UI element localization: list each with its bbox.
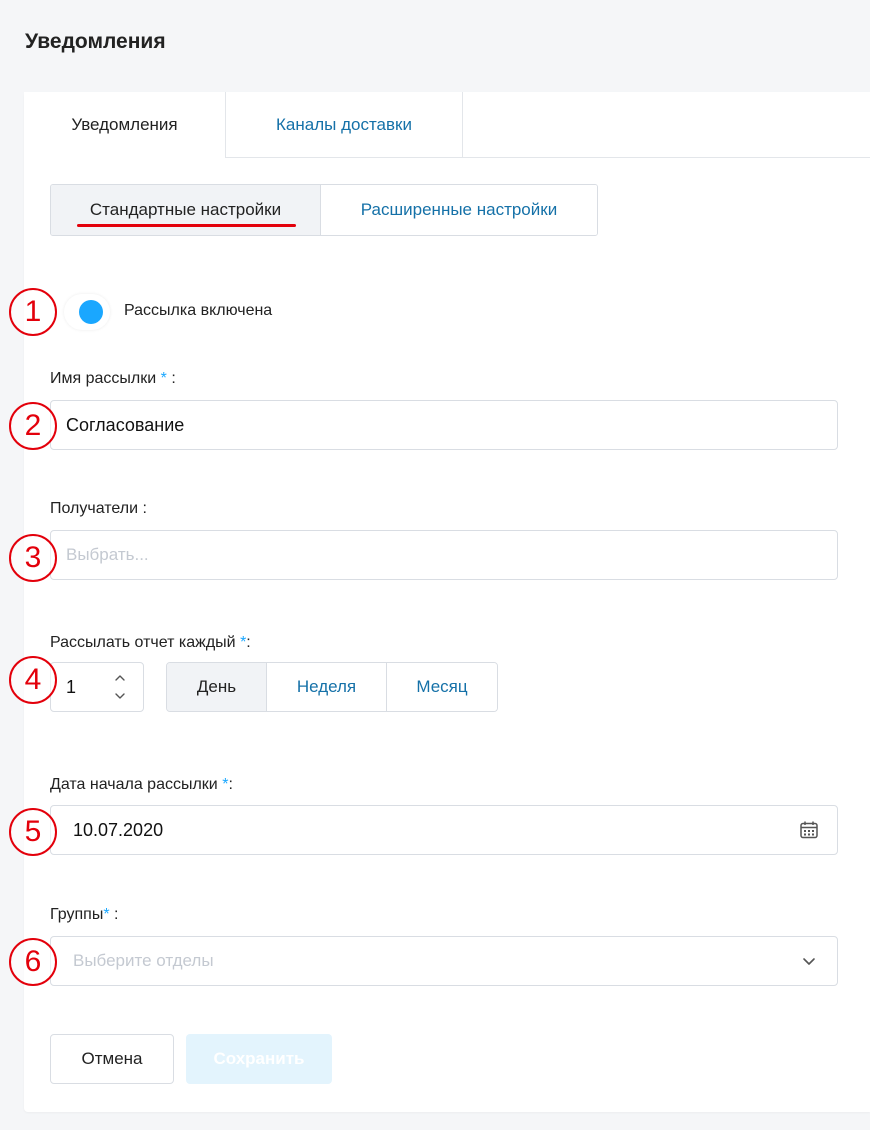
name-label-suffix: : [166, 370, 176, 387]
page-title: Уведомления [25, 30, 166, 53]
marker-6: 6 [9, 938, 57, 986]
marker-1: 1 [9, 288, 57, 336]
active-underline [77, 224, 296, 227]
period-selector: День Неделя Месяц [166, 662, 498, 712]
recipients-label: Получатели : [50, 500, 147, 517]
frequency-label-text: Рассылать отчет каждый [50, 634, 236, 651]
period-week[interactable]: Неделя [267, 663, 387, 711]
tab-notifications[interactable]: Уведомления [24, 92, 226, 158]
mailing-name-value: Согласование [66, 414, 185, 435]
groups-label-text: Группы [50, 906, 104, 923]
groups-placeholder: Выберите отделы [73, 951, 214, 970]
start-date-label-text: Дата начала рассылки [50, 776, 218, 793]
frequency-value: 1 [66, 677, 77, 697]
toggle-knob [79, 300, 103, 324]
cancel-button[interactable]: Отмена [50, 1034, 174, 1084]
settings-card: Уведомления Каналы доставки Стандартные … [9, 92, 870, 1112]
start-date-label-suffix: : [228, 776, 233, 793]
chevron-down-icon[interactable] [799, 951, 819, 971]
period-day[interactable]: День [167, 663, 267, 711]
groups-select[interactable]: Выберите отделы [50, 936, 838, 986]
recipients-select[interactable]: Выбрать... [50, 530, 838, 580]
stepper-arrows-icon[interactable] [113, 669, 127, 705]
frequency-label-suffix: : [246, 634, 251, 651]
start-date-label: Дата начала рассылки *: [50, 776, 233, 794]
frequency-stepper[interactable]: 1 [50, 662, 144, 712]
start-date-value: 10.07.2020 [73, 819, 164, 840]
groups-label: Группы* : [50, 906, 118, 924]
subtab-advanced[interactable]: Расширенные настройки [321, 185, 597, 235]
marker-4: 4 [9, 656, 57, 704]
marker-5: 5 [9, 808, 57, 856]
period-month[interactable]: Месяц [387, 663, 497, 711]
tabs-divider [463, 157, 870, 158]
subtab-standard[interactable]: Стандартные настройки [51, 185, 321, 235]
mailing-toggle-label: Рассылка включена [124, 302, 273, 319]
save-button[interactable]: Сохранить [186, 1034, 332, 1084]
frequency-label: Рассылать отчет каждый *: [50, 634, 251, 652]
mailing-toggle[interactable] [64, 294, 110, 330]
calendar-icon[interactable] [799, 820, 819, 840]
name-label-text: Имя рассылки [50, 370, 157, 387]
subtab-standard-label: Стандартные настройки [89, 200, 282, 219]
settings-subtabs: Стандартные настройки Расширенные настро… [50, 184, 598, 236]
tab-delivery-channels[interactable]: Каналы доставки [226, 92, 463, 158]
name-field-label: Имя рассылки * : [50, 370, 176, 388]
marker-2: 2 [9, 402, 57, 450]
main-tabs: Уведомления Каналы доставки [24, 92, 870, 158]
groups-label-suffix: : [109, 906, 119, 923]
marker-3: 3 [9, 534, 57, 582]
mailing-name-input[interactable]: Согласование [50, 400, 838, 450]
start-date-input[interactable]: 10.07.2020 [50, 805, 838, 855]
recipients-placeholder: Выбрать... [66, 545, 149, 564]
